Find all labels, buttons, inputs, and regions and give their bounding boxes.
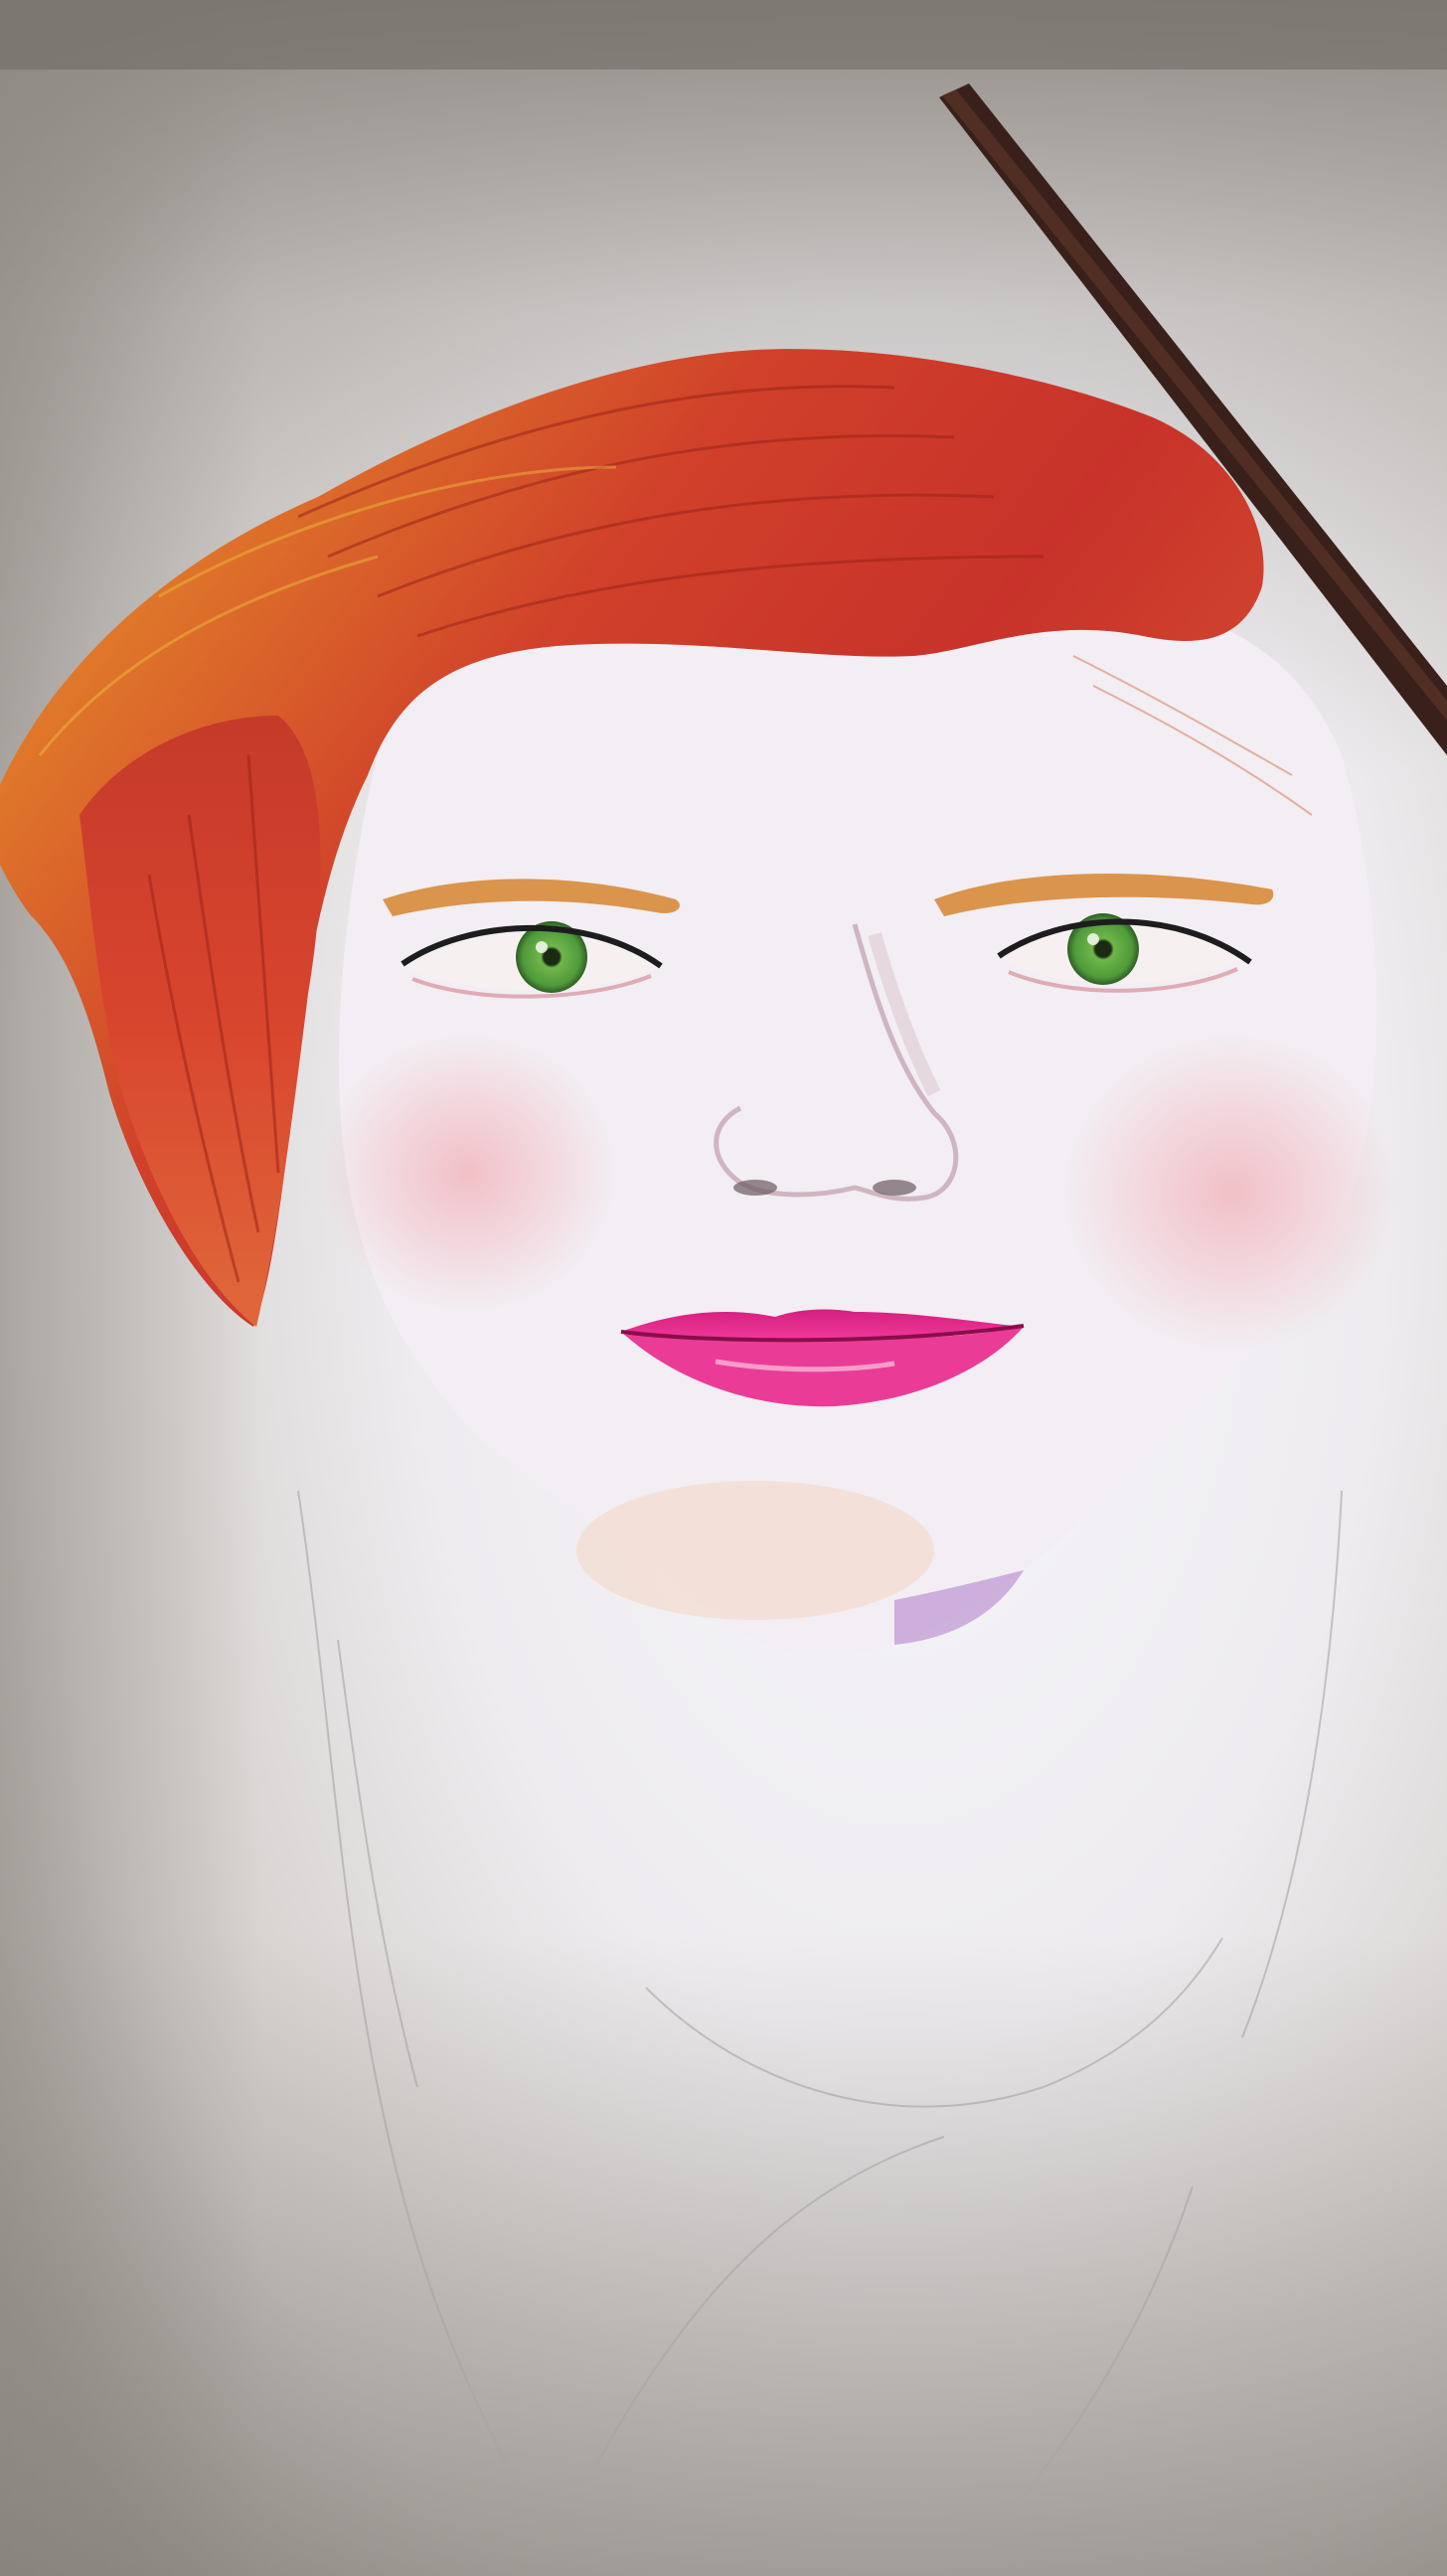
photo-canvas <box>0 0 1447 2576</box>
